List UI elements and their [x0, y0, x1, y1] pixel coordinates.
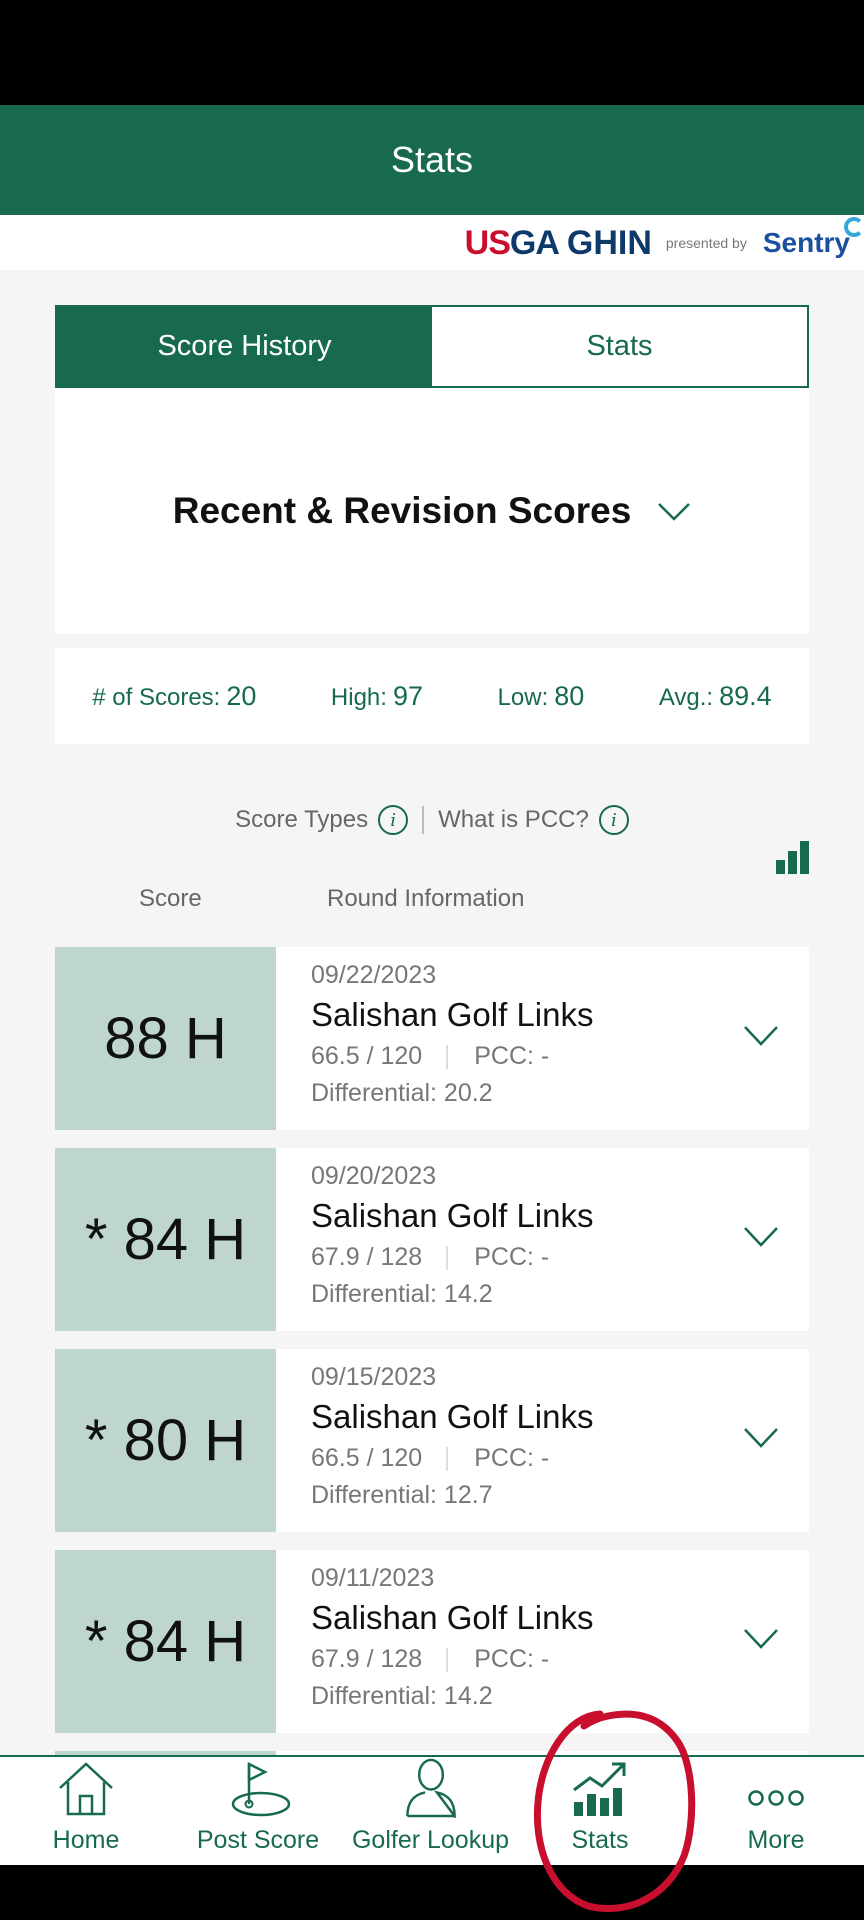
- differential: Differential: 14.2: [311, 1682, 493, 1710]
- app-header: Stats: [0, 105, 864, 215]
- chevron-down-icon[interactable]: [743, 1628, 779, 1650]
- pcc-value: PCC: -: [474, 1042, 550, 1070]
- chevron-down-icon[interactable]: [743, 1427, 779, 1449]
- bottom-navigation: Home Post Score Golfer Lookup Stats More: [0, 1755, 864, 1865]
- differential: Differential: 20.2: [311, 1079, 493, 1107]
- round-info: 09/22/2023 Salishan Golf Links 66.5 / 12…: [311, 961, 593, 1108]
- chevron-down-icon: [658, 503, 691, 521]
- round-info: 09/15/2023 Salishan Golf Links 66.5 / 12…: [311, 1363, 593, 1510]
- round-date: 09/11/2023: [311, 1564, 435, 1592]
- differential: Differential: 12.7: [311, 1481, 493, 1509]
- person-icon: [405, 1758, 456, 1818]
- brand-bar: USGA GHIN presented by Sentry: [0, 215, 864, 270]
- differential: Differential: 14.2: [311, 1280, 493, 1308]
- course-rating: 66.5 / 120: [311, 1444, 423, 1472]
- system-navigation-bar: [0, 1865, 864, 1920]
- info-icon: i: [598, 805, 629, 835]
- score-average: Avg.: 89.4: [658, 680, 772, 711]
- sentry-logo: Sentry: [763, 217, 864, 259]
- bar-chart-icon[interactable]: [775, 840, 811, 876]
- filter-label: Recent & Revision Scores: [172, 490, 632, 531]
- ghin-logo: GHIN: [566, 223, 652, 262]
- nav-post-score[interactable]: Post Score: [188, 1757, 328, 1867]
- course-rating: 67.9 / 128: [311, 1243, 423, 1271]
- nav-stats[interactable]: Stats: [550, 1757, 650, 1867]
- divider: [422, 806, 425, 834]
- usga-ghin-sentry-logo: USGA GHIN presented by Sentry: [464, 217, 864, 265]
- score-value: 88 H: [55, 947, 276, 1130]
- score-count: # of Scores: 20: [92, 680, 257, 711]
- score-high: High: 97: [330, 680, 423, 711]
- course-name: Salishan Golf Links: [311, 1599, 594, 1636]
- chart-icon: [573, 1762, 626, 1816]
- tab-score-history[interactable]: Score History: [57, 307, 432, 386]
- chevron-down-icon[interactable]: [743, 1226, 779, 1248]
- round-date: 09/22/2023: [311, 961, 437, 989]
- round-date: 09/15/2023: [311, 1363, 437, 1391]
- score-types-link[interactable]: Score Types i: [235, 805, 409, 835]
- presented-by-text: presented by: [665, 235, 747, 251]
- score-value: * 80 H: [55, 1349, 276, 1532]
- column-header-round-info: Round Information: [327, 885, 525, 912]
- score-tabs: Score History Stats: [55, 305, 809, 388]
- score-row[interactable]: * 84 H 09/20/2023 Salishan Golf Links 67…: [55, 1148, 809, 1331]
- pcc-value: PCC: -: [474, 1243, 550, 1271]
- usga-logo: USGA: [464, 223, 560, 262]
- help-links: Score Types i What is PCC? i: [0, 800, 864, 840]
- status-bar: [0, 0, 864, 105]
- course-rating: 66.5 / 120: [311, 1042, 423, 1070]
- score-row[interactable]: * 84 H 09/11/2023 Salishan Golf Links 67…: [55, 1550, 809, 1733]
- score-row[interactable]: 88 H 09/22/2023 Salishan Golf Links 66.5…: [55, 947, 809, 1130]
- score-filter-dropdown[interactable]: Recent & Revision Scores: [55, 388, 809, 634]
- course-name: Salishan Golf Links: [311, 1197, 594, 1234]
- info-icon: i: [378, 805, 409, 835]
- main-content: Score History Stats Recent & Revision Sc…: [0, 270, 864, 1755]
- score-row[interactable]: * 80 H 09/15/2023 Salishan Golf Links 66…: [55, 1349, 809, 1532]
- page-title: Stats: [390, 139, 474, 180]
- course-name: Salishan Golf Links: [311, 1398, 594, 1435]
- course-rating: 67.9 / 128: [311, 1645, 423, 1673]
- nav-home[interactable]: Home: [36, 1757, 136, 1867]
- more-icon: [748, 1790, 804, 1806]
- column-header-score: Score: [139, 885, 202, 912]
- round-info: 09/20/2023 Salishan Golf Links 67.9 / 12…: [311, 1162, 593, 1309]
- nav-stats-label: Stats: [571, 1826, 629, 1854]
- nav-golfer-lookup[interactable]: Golfer Lookup: [343, 1757, 518, 1867]
- nav-golfer-lookup-label: Golfer Lookup: [351, 1826, 510, 1854]
- pcc-link[interactable]: What is PCC? i: [438, 805, 629, 835]
- course-name: Salishan Golf Links: [311, 996, 594, 1033]
- nav-home-label: Home: [52, 1826, 120, 1854]
- pcc-value: PCC: -: [474, 1645, 550, 1673]
- pcc-value: PCC: -: [474, 1444, 550, 1472]
- score-summary: # of Scores: 20 High: 97 Low: 80 Avg.: 89.4: [55, 648, 809, 744]
- score-low: Low: 80: [497, 680, 585, 711]
- home-icon: [59, 1762, 113, 1816]
- chevron-down-icon[interactable]: [743, 1025, 779, 1047]
- flag-icon: [231, 1761, 291, 1817]
- round-date: 09/20/2023: [311, 1162, 437, 1190]
- tab-stats[interactable]: Stats: [432, 307, 807, 386]
- nav-more-label: More: [747, 1826, 805, 1854]
- score-value: * 84 H: [55, 1148, 276, 1331]
- score-value: * 84 H: [55, 1550, 276, 1733]
- round-info: 09/11/2023 Salishan Golf Links 67.9 / 12…: [311, 1564, 593, 1711]
- nav-post-score-label: Post Score: [196, 1826, 320, 1854]
- nav-more[interactable]: More: [726, 1757, 826, 1867]
